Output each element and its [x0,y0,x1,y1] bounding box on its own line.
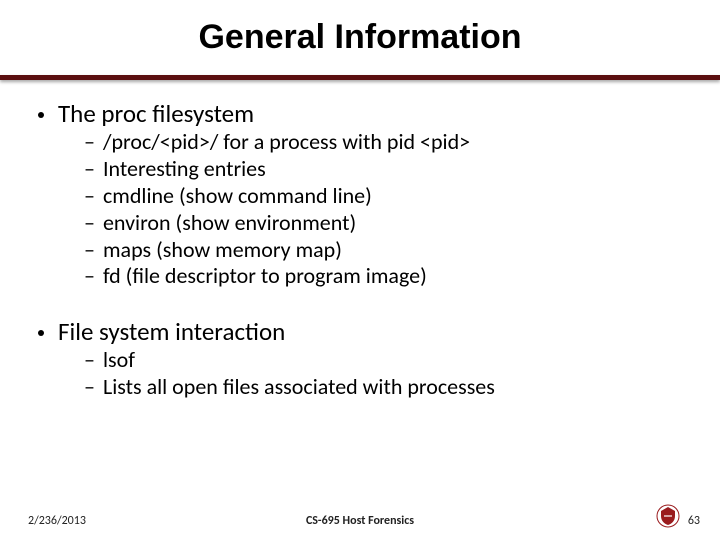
sub-item: –environ (show environment) [84,210,692,237]
sub-item-label: lsof [103,347,135,374]
sub-item-label: /proc/<pid>/ for a process with pid <pid… [103,129,470,156]
sub-item-label: cmdline (show command line) [103,183,372,210]
bullet-1-sublist: –/proc/<pid>/ for a process with pid <pi… [28,129,692,290]
bullet-2-label: File system interaction [58,316,285,347]
footer-center: CS-695 Host Forensics [0,514,720,528]
dash-icon: – [84,237,95,264]
sub-item-label: Lists all open files associated with pro… [103,374,495,401]
sub-item: –fd (file descriptor to program image) [84,263,692,290]
bullet-2-sublist: –lsof –Lists all open files associated w… [28,347,692,401]
bullet-dot-icon [38,330,44,336]
content-area: The proc filesystem –/proc/<pid>/ for a … [0,80,720,401]
logo-icon [656,504,680,528]
footer: 2/236/2013 CS-695 Host Forensics 63 [0,502,720,530]
dash-icon: – [84,210,95,237]
dash-icon: – [84,129,95,156]
bullet-1: The proc filesystem [28,98,692,129]
bullet-2: File system interaction [28,316,692,347]
sub-item-label: maps (show memory map) [103,237,342,264]
dash-icon: – [84,156,95,183]
footer-page-number: 63 [688,514,700,528]
bullet-dot-icon [38,112,44,118]
sub-item: –Interesting entries [84,156,692,183]
dash-icon: – [84,347,95,374]
dash-icon: – [84,263,95,290]
sub-item: –/proc/<pid>/ for a process with pid <pi… [84,129,692,156]
sub-item: –Lists all open files associated with pr… [84,374,692,401]
bullet-1-label: The proc filesystem [58,98,254,129]
sub-item: –lsof [84,347,692,374]
slide: General Information The proc filesystem … [0,0,720,540]
dash-icon: – [84,374,95,401]
sub-item-label: environ (show environment) [103,210,356,237]
dash-icon: – [84,183,95,210]
sub-item: –maps (show memory map) [84,237,692,264]
sub-item-label: Interesting entries [103,156,266,183]
page-title: General Information [0,0,720,57]
sub-item: –cmdline (show command line) [84,183,692,210]
sub-item-label: fd (file descriptor to program image) [103,263,427,290]
